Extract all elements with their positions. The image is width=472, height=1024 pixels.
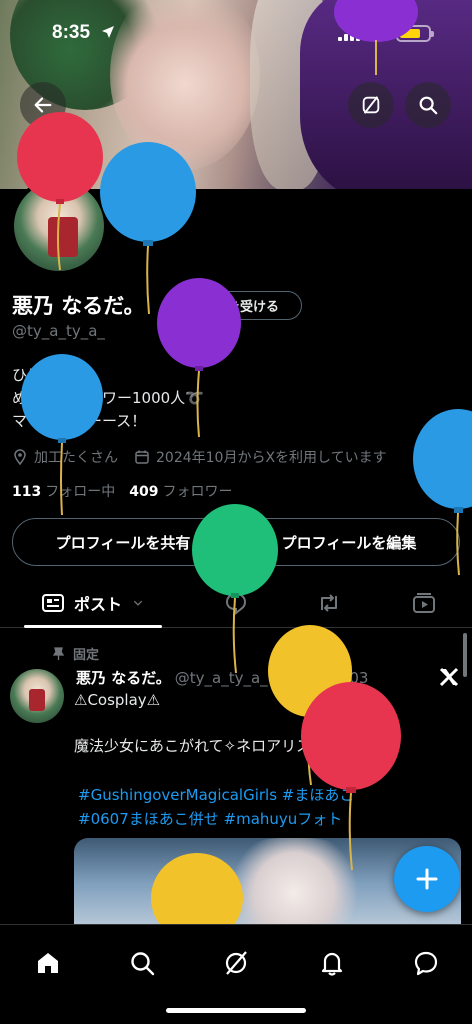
compose-button[interactable]	[394, 846, 460, 912]
battery-icon	[396, 25, 434, 42]
pinned-label: 固定	[73, 648, 100, 663]
post-handle-date: @ty_a_ty_a_ · 2025/07/03	[174, 669, 369, 687]
grok-icon	[225, 951, 247, 975]
nav-notifications[interactable]	[308, 939, 356, 987]
location-pin-icon	[14, 449, 26, 465]
network-label: 5G	[368, 24, 389, 41]
joined-date: 2024年10月からXを利用しています	[156, 450, 387, 466]
nav-grok[interactable]	[212, 939, 260, 987]
search-button[interactable]	[405, 82, 451, 128]
follow-stats: 113 フォロー中 409 フォロワー	[12, 481, 232, 501]
nav-explore[interactable]	[118, 939, 166, 987]
signal-icon	[338, 27, 360, 41]
following-count: 113	[12, 484, 42, 500]
get-verified-button[interactable]: 認証を受ける	[164, 291, 302, 320]
bell-icon	[321, 952, 343, 976]
tab-reposts[interactable]	[305, 578, 353, 628]
nav-home[interactable]	[24, 939, 72, 987]
profile-tabs: ポスト	[0, 578, 472, 628]
pinned-indicator: 固定	[52, 644, 99, 663]
media-icon	[413, 593, 435, 613]
pin-icon	[52, 647, 65, 660]
arrow-left-icon	[34, 97, 52, 113]
post-line: ⚠Cosplay⚠	[74, 691, 161, 709]
location-text: 加工たくさん	[34, 450, 118, 466]
home-icon	[38, 953, 58, 973]
bio-line: めざせフォロワー1000人➰	[12, 389, 204, 407]
tab-media[interactable]	[400, 578, 448, 628]
followers-count: 409	[129, 484, 159, 500]
followers-label: フォロワー	[162, 484, 233, 500]
grok-icon	[362, 96, 380, 114]
home-indicator	[166, 1008, 306, 1013]
chat-bubble-icon	[414, 951, 438, 976]
following-label: フォロー中	[45, 484, 116, 500]
search-icon	[131, 952, 155, 976]
bio-line: ひとみしり	[12, 366, 87, 384]
reply-icon	[225, 592, 247, 616]
post-line: 魔法少女にあこがれて✧ネロアリス	[74, 737, 312, 755]
post-hashtags[interactable]: #GushingoverMagicalGirls #まほあこ #0607まほあこ…	[78, 783, 354, 831]
tab-posts[interactable]: ポスト	[24, 578, 162, 628]
repost-icon	[321, 594, 337, 612]
profile-meta: 加工たくさん 2024年10月からXを利用しています	[12, 447, 387, 467]
hashtag-line[interactable]: #GushingoverMagicalGirls #まほあこ	[78, 783, 354, 807]
post-avatar[interactable]	[10, 669, 64, 723]
x-logo-icon[interactable]	[438, 666, 460, 688]
post-author[interactable]: 悪乃 なるだ。	[76, 669, 171, 687]
tab-replies[interactable]	[212, 578, 260, 628]
status-bar: 8:35 5G	[0, 0, 472, 70]
nav-messages[interactable]	[402, 939, 450, 987]
profile-bio: ひとみしり めざせフォロワー1000人➰ マイペーーーース！	[12, 364, 204, 433]
post-text: ⚠Cosplay⚠ 魔法少女にあこがれて✧ネロアリス	[74, 689, 311, 758]
back-button[interactable]	[20, 82, 66, 128]
following-link[interactable]: 113 フォロー中	[12, 481, 115, 501]
bio-line: マイペーーーース！	[12, 412, 147, 430]
get-verified-label: 認証を受ける	[201, 300, 280, 315]
plus-icon	[416, 868, 438, 890]
chevron-down-icon	[133, 600, 143, 606]
profile-handle: @ty_a_ty_a_	[12, 322, 105, 340]
posts-icon	[41, 594, 64, 612]
hashtag-line[interactable]: #0607まほあこ併せ #mahuyuフォト	[78, 807, 354, 831]
status-time: 8:35	[52, 22, 91, 43]
display-name: 悪乃 なるだ。	[12, 294, 145, 318]
share-profile-button[interactable]: プロフィールを共有	[12, 518, 234, 566]
search-icon	[419, 96, 438, 115]
tab-posts-label: ポスト	[73, 595, 122, 614]
verified-badge-icon	[179, 297, 195, 314]
grok-button[interactable]	[348, 82, 394, 128]
scrollbar[interactable]	[463, 633, 467, 677]
profile-avatar[interactable]	[10, 177, 108, 275]
post-header: 悪乃 なるだ。 @ty_a_ty_a_ · 2025/07/03	[76, 667, 368, 688]
followers-link[interactable]: 409 フォロワー	[129, 481, 232, 501]
edit-profile-button[interactable]: プロフィールを編集	[238, 518, 460, 566]
location-arrow-icon	[102, 26, 114, 38]
calendar-icon	[135, 450, 149, 464]
